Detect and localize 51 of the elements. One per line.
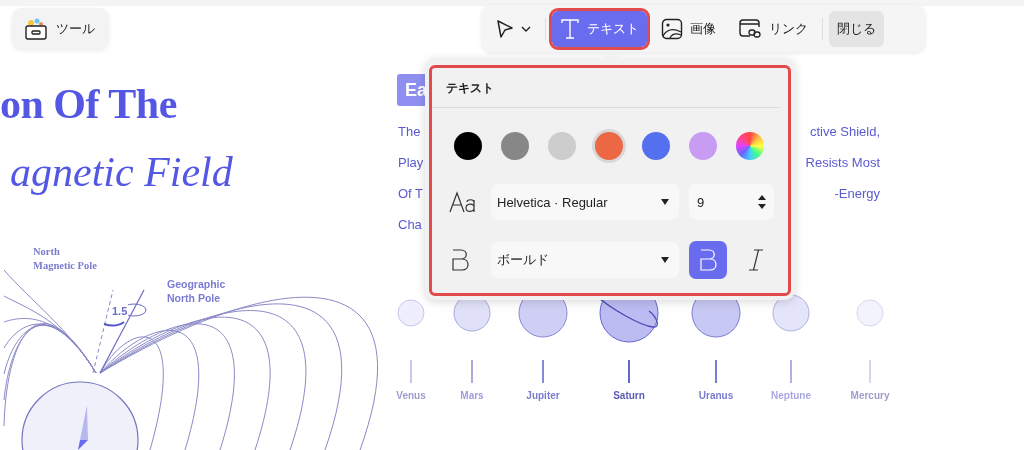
paragraph-text: -Energy (834, 186, 880, 201)
planet-label: Neptune (771, 390, 811, 401)
font-dropdown[interactable]: Helvetica · Regular (491, 184, 679, 220)
planet-label: Uranus (698, 390, 734, 401)
planet-label: Venus (396, 390, 426, 401)
weight-dropdown[interactable]: ボールド (491, 242, 679, 278)
image-icon (661, 17, 683, 40)
caret-icon (521, 25, 531, 32)
paragraph-text: The (398, 124, 421, 139)
color-swatch[interactable] (595, 132, 623, 160)
font-size-field[interactable]: 9 (689, 184, 774, 220)
planet-icon (397, 299, 425, 327)
planet-label: Mars (460, 390, 484, 401)
paragraph-text: Resists Most (805, 155, 880, 170)
text-tool-button[interactable]: テキスト (552, 10, 647, 47)
color-swatch[interactable] (689, 132, 717, 160)
paragraph-text: Cha (398, 217, 422, 232)
planet-icon (856, 299, 884, 327)
color-swatch[interactable] (642, 132, 670, 160)
diagram-label: Geographic North Pole (167, 277, 226, 305)
stepper-icon (758, 194, 766, 210)
font-icon (449, 191, 477, 213)
toolbox-icon (24, 18, 48, 40)
text-icon (560, 17, 580, 40)
paragraph-text: Of T (398, 186, 424, 201)
color-wheel-swatch[interactable] (736, 132, 764, 160)
dropdown-arrow-icon (661, 257, 669, 263)
color-swatch[interactable] (454, 132, 482, 160)
image-tool-button[interactable]: 画像 (653, 10, 724, 47)
angle-label: 1.5 (111, 304, 129, 318)
link-icon (738, 17, 762, 40)
popover-title: テキスト (432, 68, 780, 108)
tools-button[interactable]: ツール (12, 8, 109, 50)
color-swatch[interactable] (548, 132, 576, 160)
link-tool-button[interactable]: リンク (730, 10, 816, 47)
bold-icon (698, 248, 718, 272)
bold-button[interactable] (689, 241, 727, 279)
planet-label: Saturn (613, 390, 645, 401)
planet-label: Jupiter (526, 390, 560, 401)
heading: on Of The (0, 80, 177, 128)
diagram-label: North Magnetic Pole (33, 245, 97, 273)
dropdown-arrow-icon (661, 199, 669, 205)
pointer-icon (496, 18, 514, 39)
italic-icon (748, 248, 764, 272)
paragraph-text: Play (398, 155, 424, 170)
close-button[interactable]: 閉じる (829, 10, 884, 47)
paragraph-text: ctive Shield, (809, 124, 880, 139)
heading: agnetic Field (10, 148, 233, 196)
planet-icon (772, 294, 810, 332)
planet-label: Mercury (850, 390, 890, 401)
color-swatch[interactable] (501, 132, 529, 160)
